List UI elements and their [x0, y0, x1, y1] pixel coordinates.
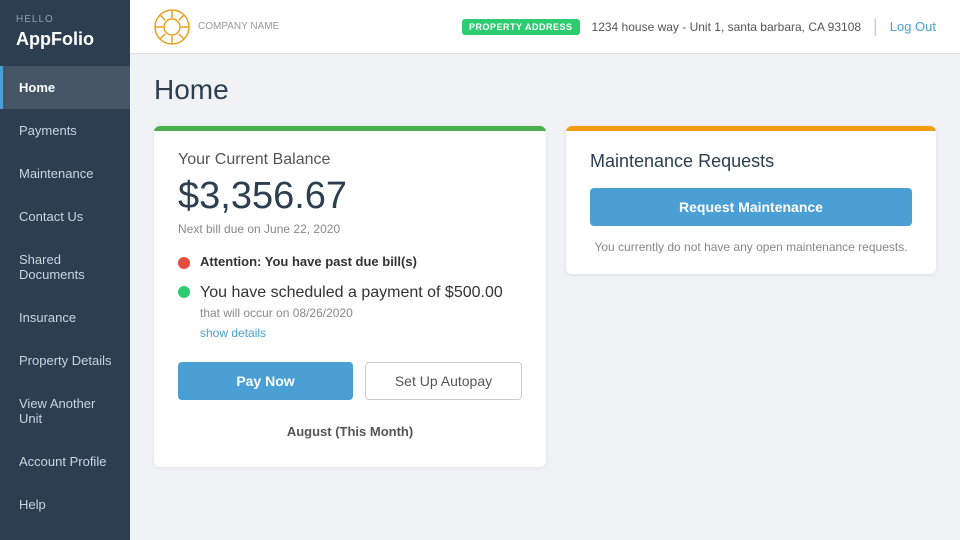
- company-name: COMPANY NAME: [198, 21, 279, 33]
- sidebar-item-view-another-unit[interactable]: View Another Unit: [0, 382, 130, 440]
- content-area: Home Your Current Balance $3,356.67 Next…: [130, 54, 960, 540]
- sidebar-item-payments[interactable]: Payments: [0, 109, 130, 152]
- header-right: PROPERTY ADDRESS 1234 house way - Unit 1…: [462, 16, 936, 37]
- scheduled-payment-info: You have scheduled a payment of $500.00 …: [200, 283, 503, 342]
- header-divider: |: [873, 16, 878, 37]
- balance-actions: Pay Now Set Up Autopay: [178, 362, 522, 400]
- sidebar-item-property-details[interactable]: Property Details: [0, 339, 130, 382]
- no-requests-text: You currently do not have any open maint…: [590, 240, 912, 254]
- show-details-link[interactable]: show details: [200, 326, 266, 340]
- maintenance-card: Maintenance Requests Request Maintenance…: [566, 126, 936, 274]
- scheduled-payment-date: that will occur on 08/26/2020: [200, 306, 503, 320]
- scheduled-payment-title: You have scheduled a payment of $500.00: [200, 283, 503, 304]
- sidebar: HELLO AppFolio Home Payments Maintenance…: [0, 0, 130, 540]
- property-address-badge: PROPERTY ADDRESS: [462, 19, 580, 35]
- maintenance-title: Maintenance Requests: [590, 151, 912, 172]
- sidebar-item-insurance[interactable]: Insurance: [0, 296, 130, 339]
- logo-area: COMPANY NAME: [154, 9, 279, 45]
- attention-alert-row: Attention: You have past due bill(s): [178, 254, 522, 269]
- month-label: August (This Month): [178, 416, 522, 447]
- setup-autopay-button[interactable]: Set Up Autopay: [365, 362, 522, 400]
- attention-text: Attention: You have past due bill(s): [200, 254, 417, 269]
- sidebar-hello-label: HELLO: [0, 0, 130, 29]
- cards-row: Your Current Balance $3,356.67 Next bill…: [154, 126, 936, 467]
- page-title: Home: [154, 74, 936, 106]
- sidebar-item-help[interactable]: Help: [0, 483, 130, 526]
- sidebar-item-maintenance[interactable]: Maintenance: [0, 152, 130, 195]
- main-area: COMPANY NAME PROPERTY ADDRESS 1234 house…: [130, 0, 960, 540]
- scheduled-dot: [178, 286, 190, 298]
- pay-now-button[interactable]: Pay Now: [178, 362, 353, 400]
- sidebar-item-contact-us[interactable]: Contact Us: [0, 195, 130, 238]
- header: COMPANY NAME PROPERTY ADDRESS 1234 house…: [130, 0, 960, 54]
- sidebar-item-shared-documents[interactable]: Shared Documents: [0, 238, 130, 296]
- logout-link[interactable]: Log Out: [890, 19, 936, 34]
- sidebar-item-home[interactable]: Home: [0, 66, 130, 109]
- request-maintenance-button[interactable]: Request Maintenance: [590, 188, 912, 226]
- balance-amount: $3,356.67: [178, 175, 522, 218]
- attention-dot: [178, 257, 190, 269]
- sidebar-item-account-profile[interactable]: Account Profile: [0, 440, 130, 483]
- balance-card: Your Current Balance $3,356.67 Next bill…: [154, 126, 546, 467]
- company-logo: [154, 9, 190, 45]
- property-address-text: 1234 house way - Unit 1, santa barbara, …: [592, 20, 862, 34]
- balance-label: Your Current Balance: [178, 151, 522, 169]
- maintenance-card-body: Maintenance Requests Request Maintenance…: [566, 131, 936, 274]
- scheduled-payment-row: You have scheduled a payment of $500.00 …: [178, 283, 522, 342]
- balance-card-body: Your Current Balance $3,356.67 Next bill…: [154, 131, 546, 467]
- sidebar-app-name: AppFolio: [0, 29, 130, 66]
- balance-due-date: Next bill due on June 22, 2020: [178, 222, 522, 236]
